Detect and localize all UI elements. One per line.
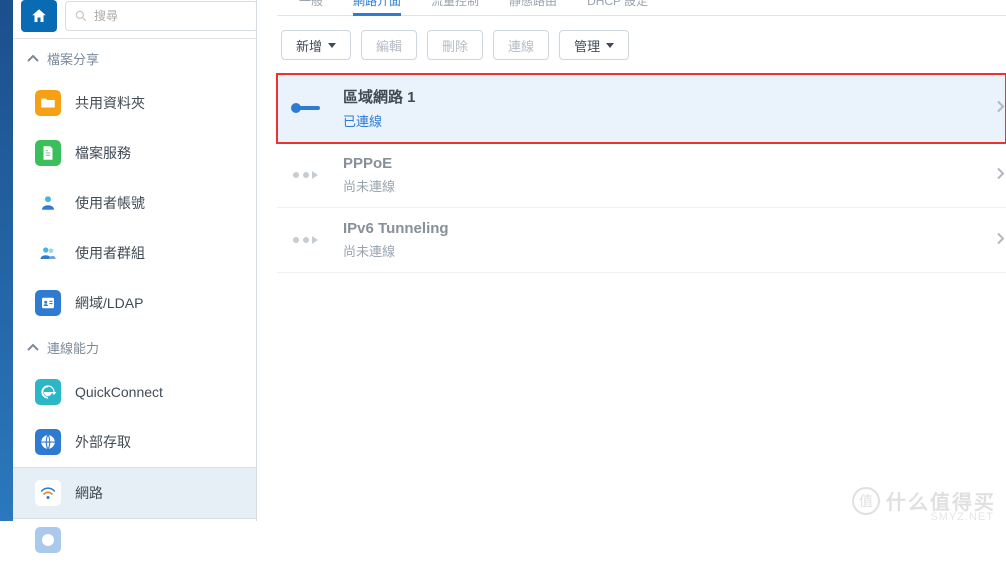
search-input[interactable] <box>94 9 249 23</box>
quickconnect-icon <box>35 379 61 405</box>
tab-interface[interactable]: 網路介面 <box>353 0 401 15</box>
section-label: 連線能力 <box>47 338 99 357</box>
chevron-up-icon <box>27 53 39 65</box>
connection-list: 區域網路 1 已連線 PPPoE 尚未連線 <box>277 74 1006 273</box>
folder-share-icon <box>35 90 61 116</box>
delete-button[interactable]: 刪除 <box>427 30 483 60</box>
sidebar-item-label: 共用資料夾 <box>75 93 145 113</box>
sidebar-item-label: 網路 <box>75 483 103 503</box>
chevron-down-icon <box>328 43 336 48</box>
tab-route[interactable]: 靜態路由 <box>509 0 557 15</box>
toolbar: 新增 編輯 刪除 連線 管理 <box>277 16 1006 74</box>
globe-icon <box>35 429 61 455</box>
sidebar-item-label: QuickConnect <box>75 384 163 400</box>
manage-button[interactable]: 管理 <box>559 30 629 60</box>
chevron-up-icon <box>27 342 39 354</box>
sidebar: 檔案分享 共用資料夾 檔案服務 使用者帳號 使用者群組 <box>13 0 257 521</box>
id-card-icon <box>35 290 61 316</box>
add-button[interactable]: 新增 <box>281 30 351 60</box>
sidebar-item-user-account[interactable]: 使用者帳號 <box>13 178 256 228</box>
main-content: 一般 網路介面 流量控制 靜態路由 DHCP 設定 新增 編輯 刪除 連線 管理 <box>257 0 1006 521</box>
connection-row-lan1[interactable]: 區域網路 1 已連線 <box>277 74 1006 143</box>
connection-row-pppoe[interactable]: PPPoE 尚未連線 <box>277 143 1006 208</box>
connection-status: 尚未連線 <box>343 176 395 195</box>
home-button[interactable] <box>21 0 57 32</box>
sidebar-item-external-access[interactable]: 外部存取 <box>13 417 256 467</box>
user-icon <box>35 190 61 216</box>
edit-button[interactable]: 編輯 <box>361 30 417 60</box>
connection-disconnected-icon <box>287 166 323 184</box>
connection-row-ipv6tunnel[interactable]: IPv6 Tunneling 尚未連線 <box>277 208 1006 273</box>
sidebar-item-label: 檔案服務 <box>75 143 131 163</box>
desktop-edge <box>0 0 13 521</box>
button-label: 管理 <box>574 36 600 55</box>
sidebar-item-user-group[interactable]: 使用者群組 <box>13 228 256 278</box>
section-fileshare[interactable]: 檔案分享 <box>13 39 256 78</box>
chevron-right-icon <box>996 232 1006 249</box>
tab-dhcp[interactable]: DHCP 設定 <box>587 0 648 15</box>
group-icon <box>35 240 61 266</box>
sidebar-item-quickconnect[interactable]: QuickConnect <box>13 367 256 417</box>
section-connect[interactable]: 連線能力 <box>13 328 256 367</box>
more-icon <box>35 527 61 553</box>
sidebar-item-network[interactable]: 網路 <box>13 467 256 519</box>
sidebar-item-shared-folder[interactable]: 共用資料夾 <box>13 78 256 128</box>
chevron-down-icon <box>606 43 614 48</box>
connection-title: 區域網路 1 <box>343 86 416 107</box>
chevron-right-icon <box>996 100 1006 117</box>
chevron-right-icon <box>996 167 1006 184</box>
home-icon <box>30 7 48 25</box>
button-label: 新增 <box>296 36 322 55</box>
sidebar-item-label: 使用者帳號 <box>75 193 145 213</box>
section-label: 檔案分享 <box>47 49 99 68</box>
search-field[interactable] <box>65 1 258 31</box>
connection-connected-icon <box>287 99 323 117</box>
sidebar-item-label: 外部存取 <box>75 432 131 452</box>
tab-traffic[interactable]: 流量控制 <box>431 0 479 15</box>
sidebar-item-more[interactable] <box>13 519 256 565</box>
sidebar-item-label: 使用者群組 <box>75 243 145 263</box>
sidebar-item-file-service[interactable]: 檔案服務 <box>13 128 256 178</box>
connect-button[interactable]: 連線 <box>493 30 549 60</box>
search-icon <box>74 9 88 23</box>
watermark-sub: SMYZ.NET <box>930 511 994 523</box>
connection-status: 已連線 <box>343 111 416 130</box>
connection-disconnected-icon <box>287 231 323 249</box>
watermark-badge: 值 <box>852 487 880 515</box>
sidebar-item-domain-ldap[interactable]: 網域/LDAP <box>13 278 256 328</box>
tab-general[interactable]: 一般 <box>299 0 323 15</box>
connection-title: PPPoE <box>343 155 395 172</box>
tab-bar: 一般 網路介面 流量控制 靜態路由 DHCP 設定 <box>277 0 1006 16</box>
sidebar-item-label: 網域/LDAP <box>75 293 143 313</box>
network-icon <box>35 480 61 506</box>
file-service-icon <box>35 140 61 166</box>
connection-title: IPv6 Tunneling <box>343 220 449 237</box>
connection-status: 尚未連線 <box>343 241 449 260</box>
